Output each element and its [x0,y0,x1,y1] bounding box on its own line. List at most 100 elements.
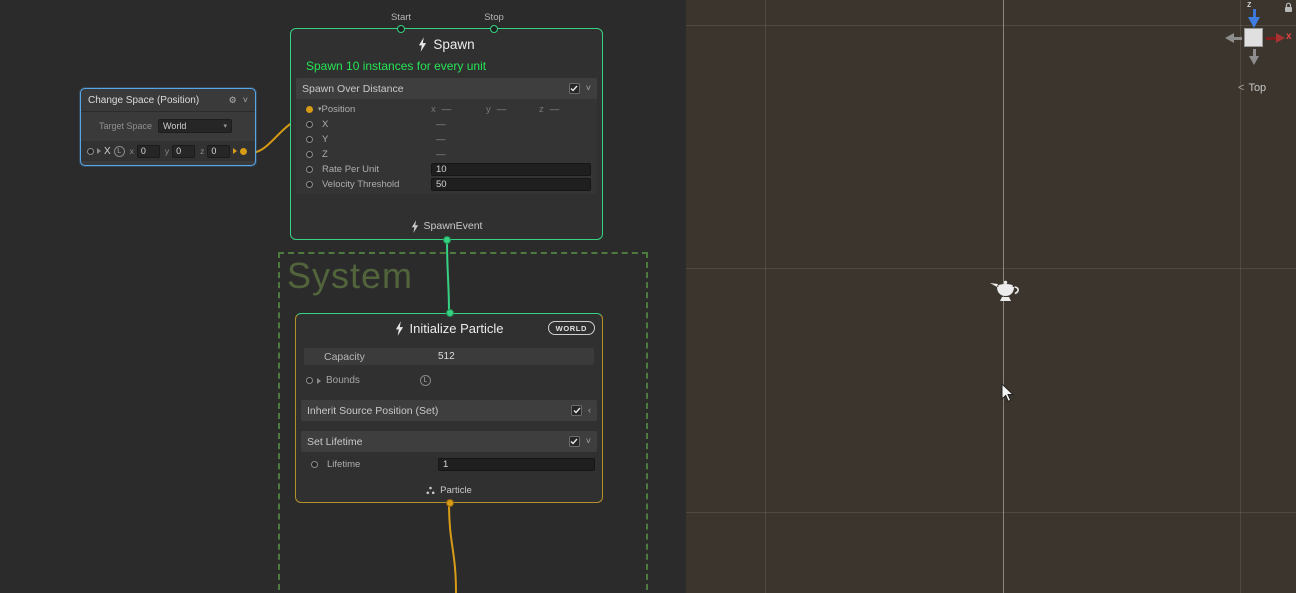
z-port[interactable] [306,151,313,158]
velocity-threshold-field[interactable]: 50 [431,178,591,191]
axis-z-field[interactable]: 0 [207,145,230,158]
lifetime-row: Lifetime 1 [301,456,597,472]
local-space-icon[interactable]: L [420,375,431,386]
lifetime-field[interactable]: 1 [438,458,595,471]
capacity-field[interactable]: 512 [438,351,455,362]
view-orientation-text: Top [1248,82,1266,94]
gizmo-neg-x-shaft[interactable] [1234,37,1242,40]
vfx-graph-window: System Change Space (Position) ⚙ ˅ Targe… [0,0,1296,593]
change-space-title: Change Space (Position) [88,95,229,106]
position-row: ▾ Position x — y — z — [296,102,597,117]
pos-y-value[interactable]: — [497,104,507,115]
gizmo-z-axis-cone[interactable] [1248,17,1260,28]
spawn-over-distance-block: Spawn Over Distance ˅ ▾ Position x — [296,78,597,194]
change-space-header[interactable]: Change Space (Position) ⚙ ˅ [81,89,255,111]
chevron-left-icon[interactable]: ‹ [588,406,591,415]
expand-triangle-icon[interactable] [317,378,321,384]
spawn-header[interactable]: Spawn [291,29,602,59]
position-port[interactable] [306,106,313,113]
initialize-output-label: Particle [440,485,472,496]
x-port[interactable] [306,121,313,128]
check-icon [573,407,581,414]
gizmo-center-cube[interactable] [1244,28,1263,47]
bounds-row: Bounds L [296,373,602,388]
initialize-output-port[interactable] [446,499,454,507]
gizmo-x-axis-label: x [1286,31,1292,42]
bounds-port[interactable] [306,377,313,384]
pos-z-value[interactable]: — [550,104,560,115]
vfx-gizmo-icon[interactable] [987,272,1023,306]
x-value[interactable]: — [436,119,446,130]
lightning-icon [418,37,427,52]
block-title: Set Lifetime [307,436,569,448]
velocity-threshold-port[interactable] [306,181,313,188]
velocity-threshold-label: Velocity Threshold [322,179,399,190]
spawn-stop-port[interactable] [490,25,498,33]
capacity-row: Capacity 512 [304,348,594,365]
lock-icon[interactable] [1284,2,1293,13]
target-space-label: Target Space [99,121,152,131]
gizmo-neg-x-cone[interactable] [1225,33,1234,43]
local-space-icon[interactable]: L [114,146,125,157]
axis-y-label: y [165,146,169,156]
x-label: X [322,119,328,130]
lightning-icon [411,220,419,233]
block-title: Inherit Source Position (Set) [307,405,571,417]
pos-z-letter: z [539,104,544,115]
target-space-value: World [163,121,186,131]
position-label: Position [322,104,356,115]
target-space-dropdown[interactable]: World ▾ [158,119,232,133]
y-label: Y [322,134,328,145]
gizmo-y-axis-cone[interactable] [1249,56,1259,65]
spawn-over-distance-header[interactable]: Spawn Over Distance ˅ [296,78,597,99]
spawn-node[interactable]: Start Stop Spawn Spawn 10 instances for … [290,28,603,240]
block-enabled-checkbox[interactable] [571,405,582,416]
z-value[interactable]: — [436,149,446,160]
rate-per-unit-port[interactable] [306,166,313,173]
lifetime-label: Lifetime [327,459,360,470]
axis-x-field[interactable]: 0 [137,145,160,158]
world-space-badge[interactable]: WORLD [548,321,595,335]
expand-triangle-icon[interactable] [97,148,101,154]
bounds-label: Bounds [326,375,360,386]
y-port[interactable] [306,136,313,143]
scene-view[interactable]: z x < Top [686,0,1296,593]
view-orientation-button[interactable]: < Top [1238,82,1266,94]
spawn-title: Spawn [433,37,474,52]
pos-x-letter: x [431,104,436,115]
pos-x-value[interactable]: — [442,104,452,115]
y-value[interactable]: — [436,134,446,145]
spawn-output-port[interactable] [443,236,451,244]
grid-line [686,25,1296,26]
chevron-down-icon[interactable]: ˅ [586,84,591,93]
lifetime-port[interactable] [311,461,318,468]
spawn-block-rows: ▾ Position x — y — z — [296,99,597,194]
rate-per-unit-field[interactable]: 10 [431,163,591,176]
inherit-source-position-header[interactable]: Inherit Source Position (Set) ‹ [301,400,597,421]
spawn-start-port[interactable] [397,25,405,33]
block-enabled-checkbox[interactable] [569,83,580,94]
set-lifetime-header[interactable]: Set Lifetime ˅ [301,431,597,452]
check-icon [570,438,578,445]
system-group-label: System [287,255,413,297]
x-input-port[interactable] [87,148,94,155]
gear-icon[interactable]: ⚙ [229,95,237,106]
axis-y-field[interactable]: 0 [172,145,195,158]
check-icon [570,85,578,92]
gizmo-x-axis-cone[interactable] [1276,33,1285,43]
chevron-down-icon[interactable]: ˅ [586,437,591,446]
set-lifetime-block: Set Lifetime ˅ Lifetime 1 [301,431,597,472]
initialize-input-port[interactable] [446,309,454,317]
capacity-label: Capacity [304,351,365,363]
change-space-output-port[interactable] [240,148,247,155]
axis-z-label: z [200,146,204,156]
rate-per-unit-row: Rate Per Unit 10 [296,162,597,177]
block-enabled-checkbox[interactable] [569,436,580,447]
grid-line [686,512,1296,513]
spawn-subtitle: Spawn 10 instances for every unit [291,59,602,78]
initialize-particle-node[interactable]: Initialize Particle WORLD Capacity 512 B… [295,313,603,503]
chevron-down-icon[interactable]: ˅ [243,96,248,105]
particle-icon [426,486,435,495]
change-space-node[interactable]: Change Space (Position) ⚙ ˅ Target Space… [80,88,256,166]
block-title: Spawn Over Distance [302,83,569,95]
